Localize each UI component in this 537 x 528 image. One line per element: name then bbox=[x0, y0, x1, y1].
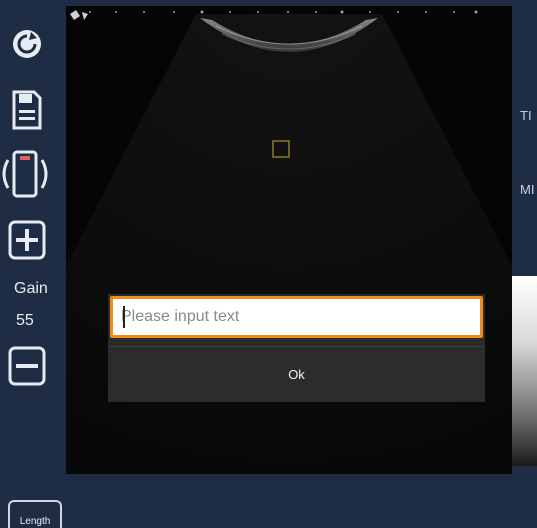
gain-decrease-button[interactable] bbox=[8, 344, 46, 388]
mi-label: MI bbox=[520, 182, 535, 197]
ti-label: TI bbox=[520, 108, 532, 123]
save-icon bbox=[12, 90, 42, 130]
minus-icon bbox=[8, 346, 46, 386]
refresh-icon bbox=[10, 27, 44, 61]
text-cursor bbox=[123, 306, 125, 328]
rotate-icon bbox=[0, 148, 52, 200]
plus-icon bbox=[8, 220, 46, 260]
gain-value: 55 bbox=[16, 312, 34, 329]
left-toolbar: Gain 55 bbox=[0, 0, 66, 528]
rotate-probe-button[interactable] bbox=[2, 148, 48, 200]
text-input-dialog: Ok bbox=[108, 294, 485, 402]
length-button[interactable]: Length bbox=[8, 500, 62, 528]
refresh-button[interactable] bbox=[8, 22, 46, 66]
gain-label: Gain bbox=[14, 280, 48, 297]
gain-increase-button[interactable] bbox=[8, 218, 46, 262]
text-input-field[interactable] bbox=[113, 299, 480, 335]
text-input-wrapper bbox=[110, 296, 483, 338]
ok-button[interactable]: Ok bbox=[108, 347, 485, 402]
ultrasound-image[interactable] bbox=[66, 6, 512, 474]
ultrasound-scan-graphic bbox=[66, 10, 512, 474]
grayscale-bar bbox=[512, 276, 537, 466]
ultrasound-app: Gain 55 TI MI Length Please input text O… bbox=[0, 0, 537, 528]
save-button[interactable] bbox=[8, 86, 46, 134]
